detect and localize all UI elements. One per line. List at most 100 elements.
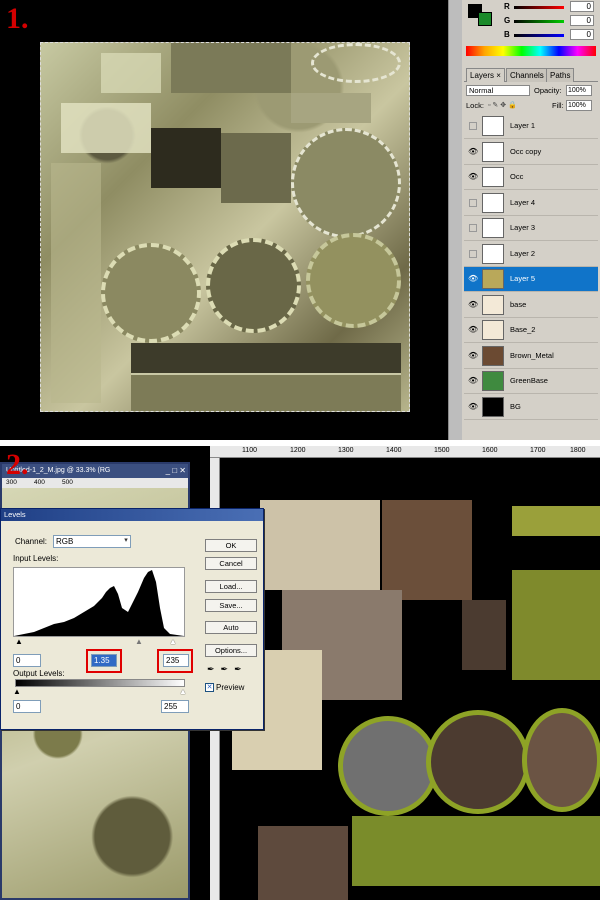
layer-name: Layer 3 bbox=[510, 223, 536, 232]
eye-icon[interactable]: 👁 bbox=[468, 300, 478, 310]
layer-row[interactable]: Layer 4 bbox=[464, 190, 598, 216]
layer-name: base bbox=[510, 299, 527, 309]
eyedropper-icons[interactable]: ✒✒✒ bbox=[207, 664, 255, 676]
layer-thumbnail bbox=[482, 345, 504, 366]
r-slider-bar[interactable] bbox=[514, 6, 564, 9]
layer-thumbnail bbox=[482, 116, 504, 136]
fill-field[interactable]: 100% bbox=[566, 100, 592, 111]
output-gradient bbox=[15, 679, 185, 687]
layer-name: BG bbox=[510, 401, 521, 411]
ruler-tick: 1300 bbox=[338, 447, 354, 454]
g-slider-bar[interactable] bbox=[514, 20, 564, 23]
ruler-tick: 1800 bbox=[570, 447, 586, 454]
adjusted-texture-image[interactable] bbox=[222, 460, 600, 900]
lock-icons[interactable]: ▫ ✎ ✥ 🔒 bbox=[488, 101, 528, 110]
document-canvas[interactable]: 1. bbox=[0, 0, 448, 440]
layer-name: Base_2 bbox=[510, 325, 536, 334]
midtone-slider[interactable]: ▲ bbox=[135, 637, 143, 646]
layer-name: GreenBase bbox=[510, 376, 548, 385]
eye-icon[interactable]: 👁 bbox=[468, 376, 478, 386]
output-white-slider[interactable]: ▲ bbox=[179, 687, 187, 696]
chevron-down-icon[interactable]: ▾ bbox=[121, 536, 131, 547]
black-point-slider[interactable]: ▲ bbox=[15, 637, 23, 646]
ruler-tick: 1500 bbox=[434, 447, 450, 454]
channel-select[interactable]: RGB bbox=[53, 535, 131, 548]
b-slider-bar[interactable] bbox=[514, 34, 564, 37]
visibility-toggle[interactable] bbox=[469, 249, 477, 258]
visibility-toggle[interactable] bbox=[469, 224, 477, 232]
green-slider[interactable]: G 0 bbox=[504, 15, 600, 28]
layer-row[interactable]: Layer 2 bbox=[464, 241, 598, 267]
layer-thumbnail bbox=[482, 320, 504, 340]
input-black-field[interactable]: 0 bbox=[13, 654, 41, 667]
layer-row[interactable]: 👁 Occ bbox=[464, 165, 598, 190]
color-spectrum-bar[interactable] bbox=[466, 46, 596, 56]
eye-icon[interactable]: 👁 bbox=[468, 172, 478, 182]
layer-row[interactable]: 👁 Brown_Metal bbox=[464, 343, 598, 369]
g-value-field[interactable]: 0 bbox=[570, 15, 594, 26]
cancel-button[interactable]: Cancel bbox=[205, 557, 257, 570]
layer-name: Layer 4 bbox=[510, 197, 536, 207]
white-point-slider[interactable]: ▲ bbox=[169, 637, 177, 646]
blue-slider[interactable]: B 0 bbox=[504, 29, 600, 42]
opacity-field[interactable]: 100% bbox=[566, 85, 592, 96]
ruler-tick: 1400 bbox=[386, 447, 402, 454]
visibility-toggle[interactable] bbox=[469, 198, 477, 207]
layer-row[interactable]: Layer 1 bbox=[464, 114, 598, 139]
visibility-toggle[interactable] bbox=[469, 122, 477, 130]
ruler-tick: 1200 bbox=[290, 447, 306, 454]
load-button[interactable]: Load... bbox=[205, 580, 257, 593]
fill-label: Fill: bbox=[552, 101, 564, 110]
layer-row[interactable]: 👁 Occ copy bbox=[464, 139, 598, 165]
layer-row[interactable]: 👁 GreenBase bbox=[464, 369, 598, 394]
layer-thumbnail bbox=[482, 396, 504, 417]
layer-row[interactable]: Layer 3 bbox=[464, 216, 598, 241]
tab-layers[interactable]: Layers × bbox=[466, 68, 505, 82]
layer-thumbnail bbox=[482, 192, 504, 213]
output-white-field[interactable]: 255 bbox=[161, 700, 189, 713]
layers-list: Layer 1 👁 Occ copy 👁 Occ Layer 4 Layer 3 Layer … bbox=[462, 114, 600, 434]
blend-mode-select[interactable]: Normal bbox=[466, 85, 530, 96]
layer-thumbnail bbox=[482, 269, 504, 289]
red-slider[interactable]: R 0 bbox=[504, 1, 600, 14]
r-value-field[interactable]: 0 bbox=[570, 1, 594, 12]
ok-button[interactable]: OK bbox=[205, 539, 257, 552]
ruler-tick: 1100 bbox=[242, 447, 258, 454]
layer-row[interactable]: 👁 Base_2 bbox=[464, 318, 598, 343]
save-button[interactable]: Save... bbox=[205, 599, 257, 612]
layer-thumbnail bbox=[482, 243, 504, 264]
layer-row[interactable]: 👁 base bbox=[464, 292, 598, 318]
layer-row[interactable]: 👁 BG bbox=[464, 394, 598, 420]
channel-label: Channel: bbox=[15, 537, 48, 546]
ruler-tick: 1600 bbox=[482, 447, 498, 454]
layer-name: Occ bbox=[510, 172, 524, 181]
preview-checkbox[interactable]: ✕ bbox=[205, 683, 214, 692]
highlight-box bbox=[86, 649, 122, 673]
histogram-graph bbox=[14, 570, 184, 636]
layer-row[interactable]: 👁 Layer 5 bbox=[464, 267, 598, 292]
eye-icon[interactable]: 👁 bbox=[468, 351, 478, 361]
step2-screenshot: Untitled-1_2_M.jpg @ 33.3% (RG _ □ ✕ 300… bbox=[0, 446, 600, 900]
eye-icon[interactable]: 👁 bbox=[468, 325, 478, 335]
eye-icon[interactable]: 👁 bbox=[468, 402, 478, 412]
layer-name: Layer 5 bbox=[510, 274, 536, 283]
eye-icon[interactable]: 👁 bbox=[468, 147, 478, 157]
background-color-swatch[interactable] bbox=[478, 12, 492, 26]
layer-thumbnail bbox=[482, 218, 504, 238]
tab-channels[interactable]: Channels bbox=[506, 68, 548, 82]
options-button[interactable]: Options... bbox=[205, 644, 257, 657]
levels-dialog[interactable]: Levels Channel: RGB ▾ Input Levels: ▲ ▲ … bbox=[0, 508, 264, 730]
auto-button[interactable]: Auto bbox=[205, 621, 257, 634]
eye-icon[interactable]: 👁 bbox=[468, 274, 478, 284]
b-value-field[interactable]: 0 bbox=[570, 29, 594, 40]
output-black-field[interactable]: 0 bbox=[13, 700, 41, 713]
output-black-slider[interactable]: ▲ bbox=[13, 687, 21, 696]
window-controls-icon[interactable]: _ □ ✕ bbox=[150, 466, 186, 476]
b-label: B bbox=[504, 30, 510, 39]
document-ruler: 300 400 500 bbox=[2, 478, 188, 488]
tab-paths[interactable]: Paths bbox=[546, 68, 575, 82]
layer-name: Brown_Metal bbox=[510, 350, 554, 360]
panel-dock-strip bbox=[448, 0, 462, 440]
highlight-box bbox=[157, 649, 193, 673]
ruler-tick: 400 bbox=[34, 479, 45, 486]
